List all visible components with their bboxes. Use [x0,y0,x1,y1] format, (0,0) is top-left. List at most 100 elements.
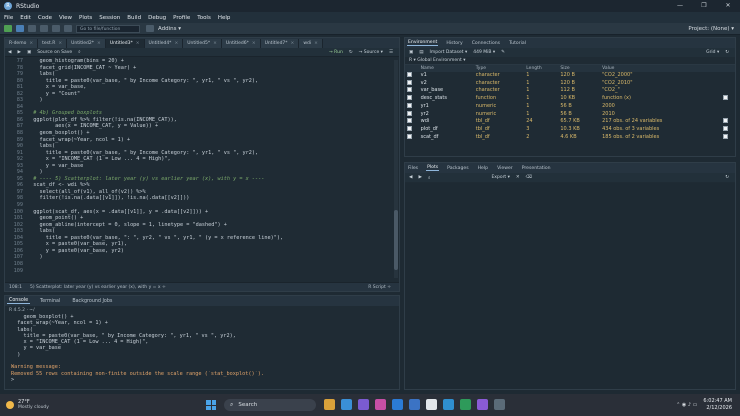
close-tab-icon[interactable]: × [252,39,256,48]
excel-icon[interactable] [460,399,471,410]
env-row[interactable]: desc_stats function 1 10 KB function (x) [405,95,735,103]
menu-item-debug[interactable]: Debug [148,15,166,21]
menu-item-code[interactable]: Code [38,15,52,21]
console-tab-console[interactable]: Console [7,298,31,304]
mail-icon[interactable] [392,399,403,410]
row-checkbox[interactable] [407,118,412,124]
close-tab-icon[interactable]: × [29,39,33,48]
file-explorer-icon[interactable] [324,399,335,410]
settings-icon[interactable] [494,399,505,410]
view-data-icon[interactable] [723,125,729,131]
row-checkbox[interactable] [407,72,412,77]
column-header-size[interactable]: Size [558,65,601,72]
forward-icon[interactable]: ▶ [17,50,20,55]
delete-plot-icon[interactable]: ✕ [516,175,520,180]
column-header-name[interactable]: Name [418,65,474,72]
file-type-menu[interactable]: R Script ÷ [368,285,391,290]
save-workspace-icon[interactable]: ▤ [419,50,423,55]
new-file-icon[interactable] [4,25,12,32]
open-file-icon[interactable] [28,25,36,32]
close-tab-icon[interactable]: × [97,39,101,48]
env-row[interactable]: var_base character 1 112 B "CO2_" [405,87,735,95]
save-all-icon[interactable] [52,25,60,32]
source-button[interactable]: → Source ▾ [359,50,383,55]
project-menu[interactable]: Project: (None) ▾ [688,26,734,32]
back-icon[interactable]: ◀ [8,50,11,55]
column-header-length[interactable]: Length [524,65,559,72]
goto-file-input[interactable]: Go to file/function [76,24,140,33]
close-tab-icon[interactable]: × [291,39,295,48]
back-plot-icon[interactable]: ◀ [409,175,412,180]
editor-tab[interactable]: Untitled7* × [260,39,300,48]
env-row[interactable]: yr2 numeric 1 56 B 2010 [405,110,735,119]
menu-item-tools[interactable]: Tools [197,15,211,21]
import-dataset-menu[interactable]: Import Dataset ▾ [430,50,468,55]
row-checkbox[interactable] [407,87,412,93]
tab-history[interactable]: History [445,41,463,46]
close-tab-icon[interactable]: × [213,39,217,48]
console-output[interactable]: geom_boxplot() + facet_wrap(~Year, ncol … [5,314,399,383]
taskbar-search[interactable]: ⌕ Search [224,399,316,411]
code-area[interactable]: 77 geom_histogram(bins = 20) +78 facet_g… [5,58,399,281]
tray-icons[interactable]: ⌃ ◉ ♪ ▭ [676,402,697,408]
close-tab-icon[interactable]: × [136,39,140,48]
env-row[interactable]: yr1 numeric 1 56 B 2000 [405,102,735,111]
maximize-button[interactable]: ❐ [692,0,716,12]
view-data-icon[interactable] [723,95,729,101]
menu-item-file[interactable]: File [4,15,13,21]
tab-viewer[interactable]: Viewer [496,166,514,171]
rerun-icon[interactable]: ↻ [349,50,353,55]
row-checkbox[interactable] [407,125,412,131]
row-checkbox[interactable] [407,110,412,116]
minimize-button[interactable]: — [668,0,692,12]
onenote-icon[interactable] [477,399,488,410]
refresh-icon[interactable]: ↻ [725,50,729,55]
code-context-menu[interactable]: 5) Scatterplot: later year (y) vs earlie… [30,285,166,290]
copilot-icon[interactable] [375,399,386,410]
editor-tab[interactable]: Untitled3* × [105,39,145,48]
save-icon[interactable] [40,25,48,32]
tab-plots[interactable]: Plots [426,165,440,171]
row-checkbox[interactable] [407,95,412,101]
memory-usage[interactable]: 449 MiB ▾ [473,50,495,55]
edge-icon[interactable] [341,399,352,410]
row-checkbox[interactable] [407,79,412,85]
open-workspace-icon[interactable]: ▣ [409,50,413,55]
clear-workspace-icon[interactable]: ✎ [501,50,505,55]
print-icon[interactable] [64,25,72,32]
editor-tab[interactable]: R-demo × [5,39,39,48]
export-menu[interactable]: Export ▾ [491,175,509,180]
chrome-icon[interactable] [426,399,437,410]
editor-tab[interactable]: Untitled4* × [144,39,184,48]
rstudio-taskbar-icon[interactable] [443,399,454,410]
column-header-value[interactable]: Value [600,65,722,72]
menu-item-help[interactable]: Help [218,15,231,21]
source-on-save-checkbox[interactable]: Source on Save [37,50,72,55]
refresh-plots-icon[interactable]: ↻ [725,175,729,180]
row-checkbox[interactable] [407,102,412,108]
close-tab-icon[interactable]: × [174,39,178,48]
word-icon[interactable] [409,399,420,410]
run-button[interactable]: → Run [329,50,343,55]
weather-widget[interactable]: 27°F Mostly cloudy [6,399,49,411]
editor-tab[interactable]: Untitled5* × [183,39,222,48]
env-row[interactable]: v1 character 1 120 B "CO2_2000" [405,72,735,80]
editor-tab[interactable]: wdi × [299,39,323,48]
menu-item-view[interactable]: View [59,15,72,21]
search-icon[interactable]: ⌕ [78,49,81,55]
layout-icon[interactable] [146,25,154,32]
view-mode-menu[interactable]: Grid ▾ [706,50,719,55]
windows-start-icon[interactable] [206,400,216,410]
environment-scope[interactable]: R ▾ Global Environment ▾ [405,57,735,65]
column-header-type[interactable]: Type [473,65,525,72]
view-data-icon[interactable] [723,133,729,139]
row-checkbox[interactable] [407,133,412,139]
editor-tab[interactable]: test.R × [38,39,68,48]
editor-tab[interactable]: Untitled6* × [221,39,261,48]
menu-item-session[interactable]: Session [99,15,120,21]
broom-icon[interactable]: ⌫ [526,175,532,180]
outline-icon[interactable]: ☰ [389,50,393,55]
console-tab-terminal[interactable]: Terminal [38,299,62,304]
env-row[interactable]: v2 character 1 120 B "CO2_2010" [405,79,735,88]
env-row[interactable]: scat_df tbl_df 2 4.6 KB 185 obs. of 2 variab… [405,133,735,142]
